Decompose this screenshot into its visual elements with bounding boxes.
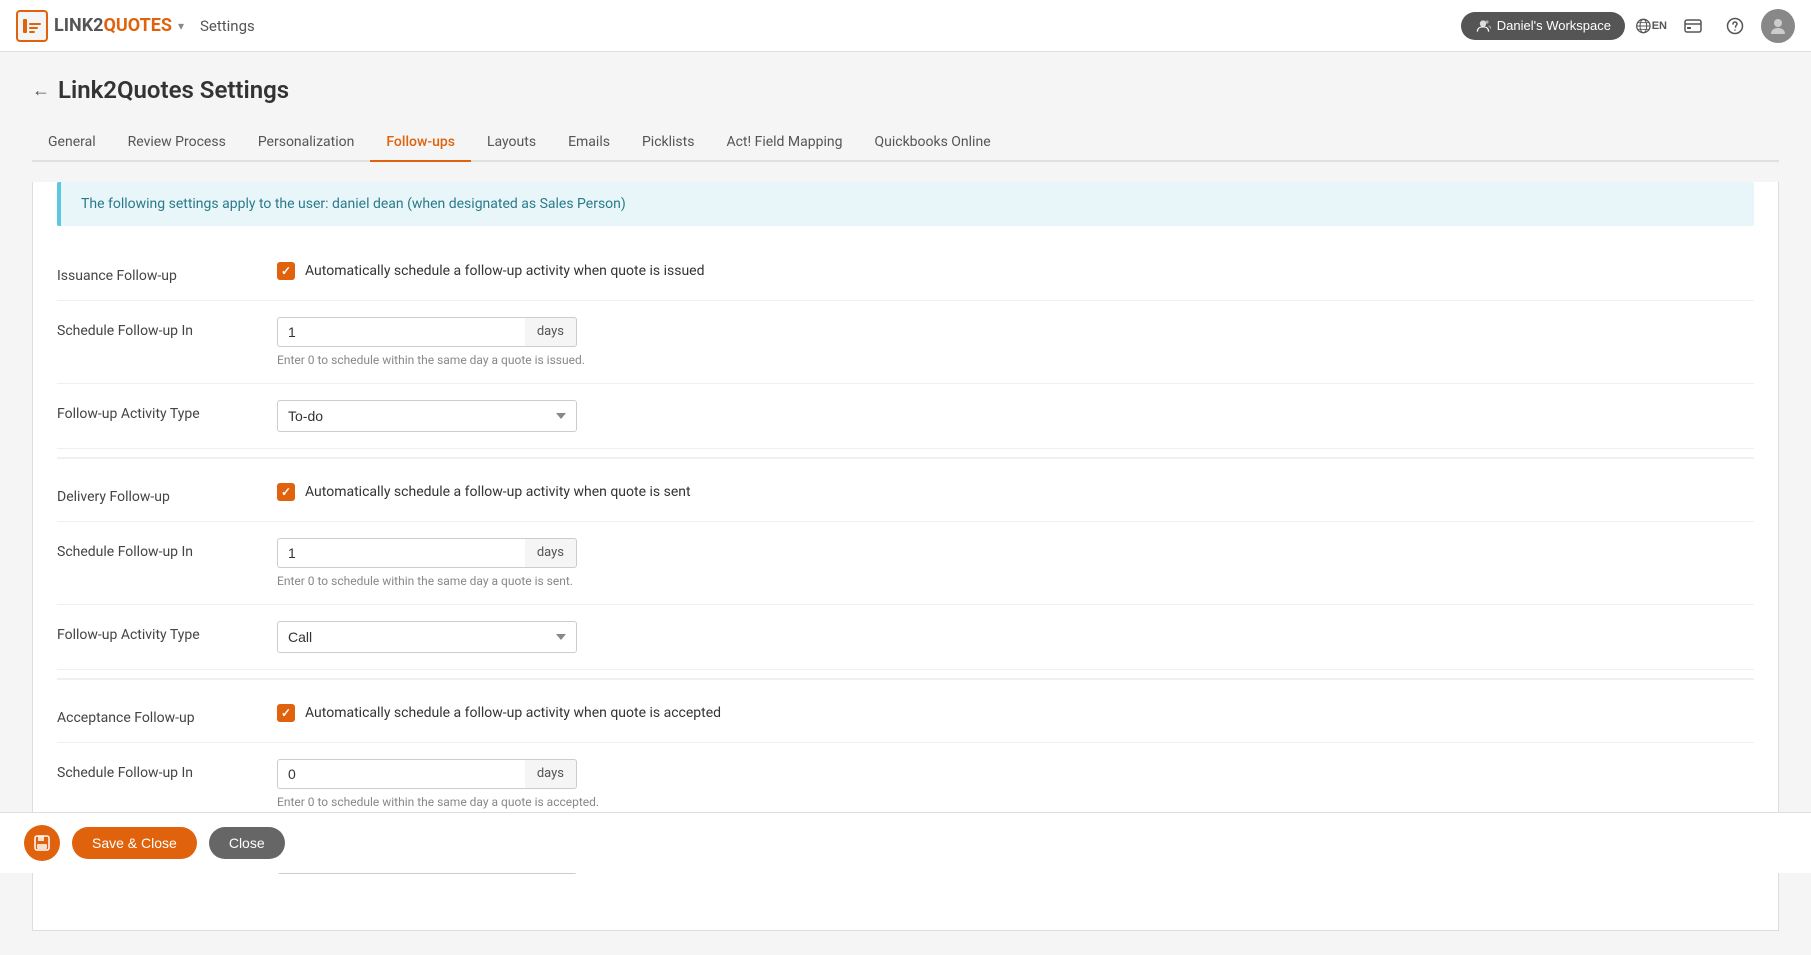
top-nav: LINK2QUOTES ▾ Settings Daniel's Workspac… — [0, 0, 1811, 52]
schedule-control-acceptance: days Enter 0 to schedule within the same… — [277, 759, 1754, 809]
page-header: ← Link2Quotes Settings — [32, 76, 1779, 104]
tab-personalization[interactable]: Personalization — [242, 124, 371, 162]
checkbox-label-issuance: Automatically schedule a follow-up activ… — [305, 263, 705, 279]
save-icon — [33, 834, 51, 852]
schedule-input-group-acceptance: days — [277, 759, 577, 789]
schedule-label-issuance: Schedule Follow-up In — [57, 317, 277, 339]
schedule-input-acceptance[interactable] — [277, 759, 525, 789]
logo[interactable]: LINK2QUOTES ▾ — [16, 10, 184, 42]
schedule-input-group-delivery: days — [277, 538, 577, 568]
section-label-delivery: Delivery Follow-up — [57, 483, 277, 505]
nav-settings-label: Settings — [200, 17, 255, 35]
help-button[interactable] — [1719, 10, 1751, 42]
schedule-row-delivery: Schedule Follow-up In days Enter 0 to sc… — [57, 522, 1754, 605]
schedule-input-issuance[interactable] — [277, 317, 525, 347]
section-label-issuance: Issuance Follow-up — [57, 262, 277, 284]
checkbox-label-acceptance: Automatically schedule a follow-up activ… — [305, 705, 721, 721]
avatar-icon — [1768, 16, 1788, 36]
tab-review-process[interactable]: Review Process — [112, 124, 242, 162]
schedule-hint-issuance: Enter 0 to schedule within the same day … — [277, 353, 1754, 367]
tab-general[interactable]: General — [32, 124, 112, 162]
schedule-suffix-acceptance: days — [525, 759, 577, 789]
section-checkbox-row-delivery: Automatically schedule a follow-up activ… — [277, 483, 1754, 501]
card-icon-button[interactable] — [1677, 10, 1709, 42]
activity-control-delivery: To-doCallMeetingEmail — [277, 621, 1754, 653]
avatar-button[interactable] — [1761, 9, 1795, 43]
section-divider-1 — [57, 678, 1754, 680]
section-header-issuance: Issuance Follow-up Automatically schedul… — [57, 246, 1754, 301]
schedule-label-acceptance: Schedule Follow-up In — [57, 759, 277, 781]
tab-layouts[interactable]: Layouts — [471, 124, 552, 162]
help-icon — [1726, 17, 1744, 35]
workspace-icon — [1475, 18, 1491, 34]
language-button[interactable]: EN — [1635, 10, 1667, 42]
schedule-label-delivery: Schedule Follow-up In — [57, 538, 277, 560]
section-divider-0 — [57, 457, 1754, 459]
activity-row-delivery: Follow-up Activity Type To-doCallMeeting… — [57, 605, 1754, 670]
nav-left: LINK2QUOTES ▾ Settings — [16, 10, 255, 42]
globe-icon — [1635, 16, 1652, 36]
tab-act-field-mapping[interactable]: Act! Field Mapping — [710, 124, 858, 162]
page-title: Link2Quotes Settings — [58, 76, 289, 104]
lang-label: EN — [1652, 20, 1667, 32]
activity-label-delivery: Follow-up Activity Type — [57, 621, 277, 643]
schedule-input-delivery[interactable] — [277, 538, 525, 568]
schedule-suffix-delivery: days — [525, 538, 577, 568]
activity-select-issuance[interactable]: To-doCallMeetingEmail — [277, 400, 577, 432]
schedule-hint-delivery: Enter 0 to schedule within the same day … — [277, 574, 1754, 588]
checkbox-delivery[interactable] — [277, 483, 295, 501]
schedule-control-delivery: days Enter 0 to schedule within the same… — [277, 538, 1754, 588]
tab-emails[interactable]: Emails — [552, 124, 626, 162]
logo-chevron-icon: ▾ — [178, 19, 184, 33]
section-header-delivery: Delivery Follow-up Automatically schedul… — [57, 467, 1754, 522]
tab-follow-ups[interactable]: Follow-ups — [370, 124, 471, 162]
schedule-control-issuance: days Enter 0 to schedule within the same… — [277, 317, 1754, 367]
schedule-suffix-issuance: days — [525, 317, 577, 347]
workspace-label: Daniel's Workspace — [1497, 18, 1611, 33]
activity-row-issuance: Follow-up Activity Type To-doCallMeeting… — [57, 384, 1754, 449]
schedule-row-issuance: Schedule Follow-up In days Enter 0 to sc… — [57, 301, 1754, 384]
activity-select-delivery[interactable]: To-doCallMeetingEmail — [277, 621, 577, 653]
schedule-input-group-issuance: days — [277, 317, 577, 347]
logo-icon — [16, 10, 48, 42]
activity-label-issuance: Follow-up Activity Type — [57, 400, 277, 422]
tab-picklists[interactable]: Picklists — [626, 124, 711, 162]
info-banner: The following settings apply to the user… — [57, 182, 1754, 226]
section-header-acceptance: Acceptance Follow-up Automatically sched… — [57, 688, 1754, 743]
section-checkbox-row-issuance: Automatically schedule a follow-up activ… — [277, 262, 1754, 280]
card-icon — [1684, 17, 1702, 35]
back-arrow[interactable]: ← — [32, 80, 50, 101]
form-section: Issuance Follow-up Automatically schedul… — [33, 246, 1778, 890]
tab-quickbooks-online[interactable]: Quickbooks Online — [858, 124, 1006, 162]
checkbox-issuance[interactable] — [277, 262, 295, 280]
nav-right: Daniel's Workspace EN — [1461, 9, 1795, 43]
save-icon-button[interactable] — [24, 825, 60, 861]
section-label-acceptance: Acceptance Follow-up — [57, 704, 277, 726]
checkbox-acceptance[interactable] — [277, 704, 295, 722]
activity-control-issuance: To-doCallMeetingEmail — [277, 400, 1754, 432]
close-button[interactable]: Close — [209, 827, 285, 859]
section-checkbox-row-acceptance: Automatically schedule a follow-up activ… — [277, 704, 1754, 722]
workspace-button[interactable]: Daniel's Workspace — [1461, 12, 1625, 40]
logo-text: LINK2QUOTES — [54, 15, 172, 36]
schedule-hint-acceptance: Enter 0 to schedule within the same day … — [277, 795, 1754, 809]
info-banner-text: The following settings apply to the user… — [81, 196, 626, 212]
tabs: GeneralReview ProcessPersonalizationFoll… — [32, 124, 1779, 162]
save-close-button[interactable]: Save & Close — [72, 827, 197, 859]
bottom-bar: Save & Close Close — [0, 812, 1811, 873]
checkbox-label-delivery: Automatically schedule a follow-up activ… — [305, 484, 691, 500]
